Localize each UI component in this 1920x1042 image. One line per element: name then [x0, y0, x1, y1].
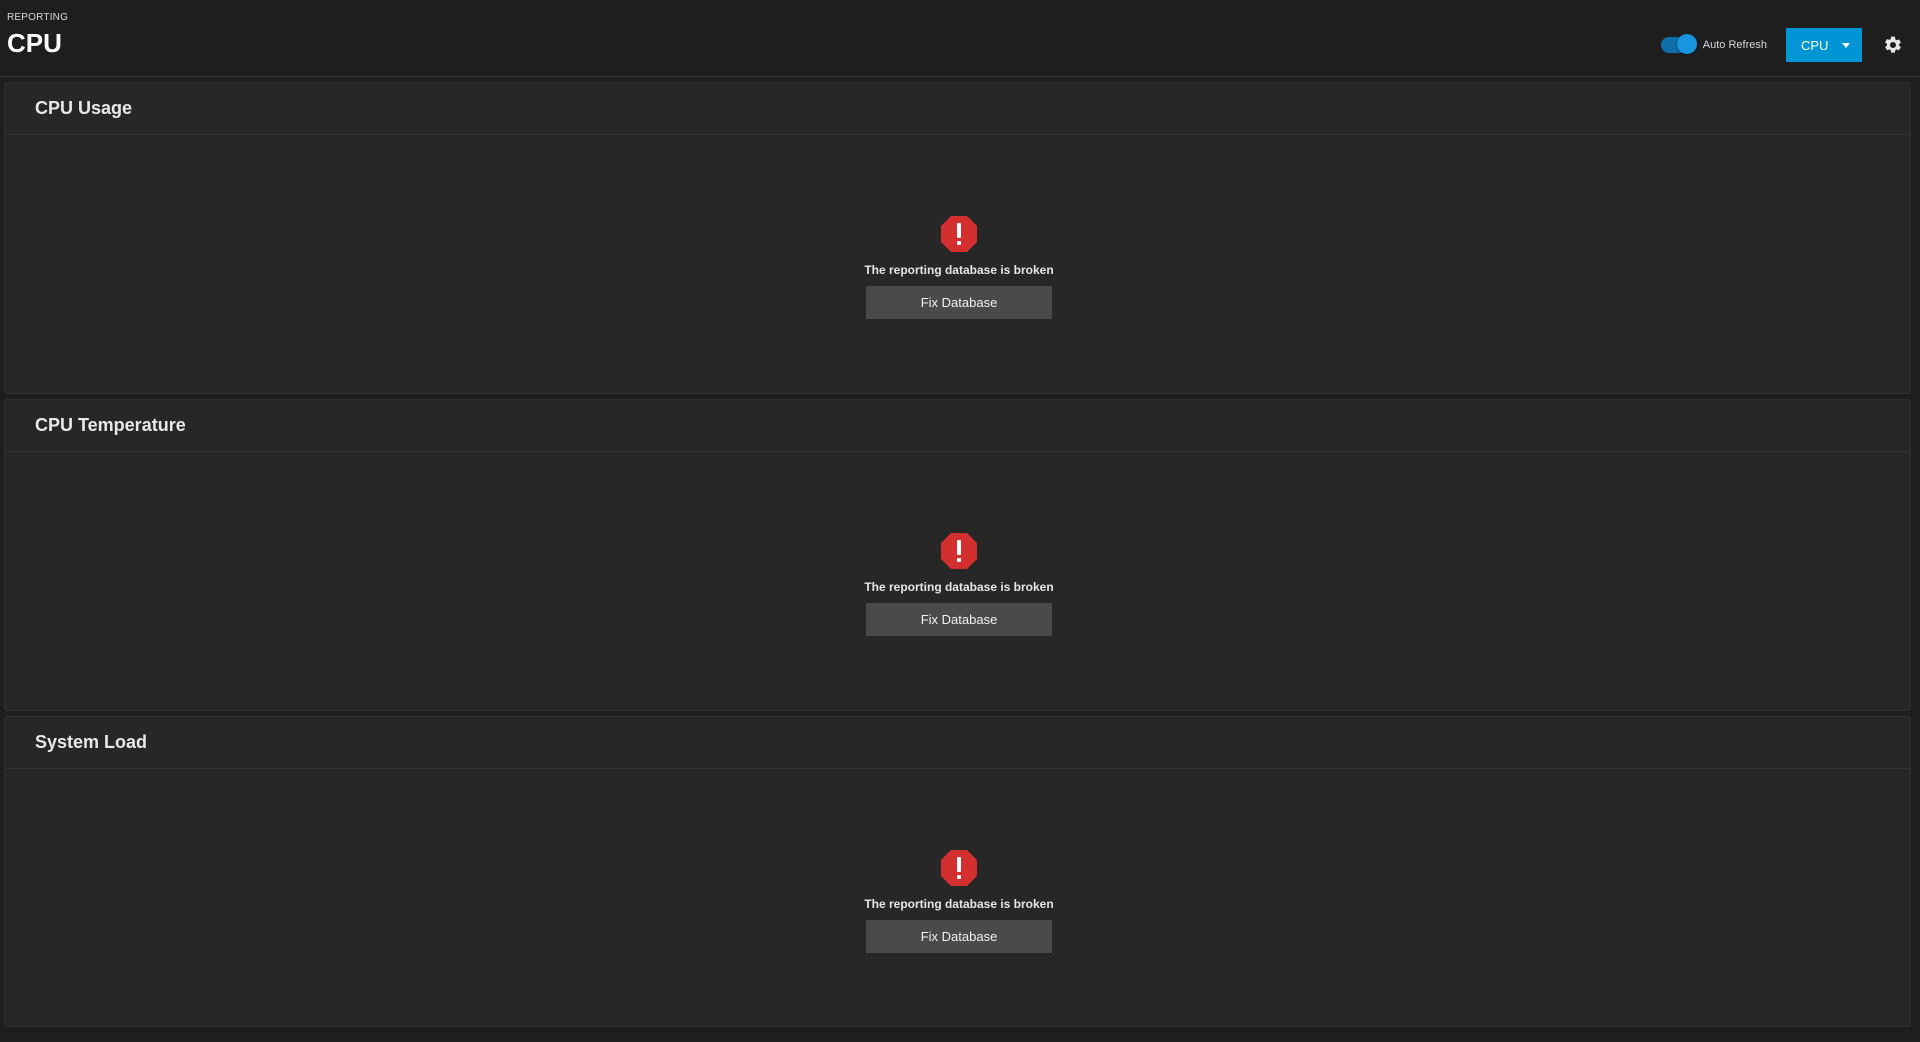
error-octagon-icon — [941, 216, 977, 252]
card-header: System Load — [5, 717, 1910, 769]
breadcrumb[interactable]: REPORTING — [7, 12, 68, 23]
error-state: The reporting database is broken Fix Dat… — [864, 532, 1054, 636]
cpu-usage-card: CPU Usage The reporting database is brok… — [4, 82, 1911, 394]
card-body: The reporting database is broken Fix Dat… — [5, 452, 1910, 712]
system-load-card: System Load The reporting database is br… — [4, 716, 1911, 1027]
cpu-temperature-card: CPU Temperature The reporting database i… — [4, 399, 1911, 711]
toggle-knob — [1676, 34, 1697, 54]
card-header: CPU Usage — [5, 83, 1910, 135]
error-octagon-icon — [941, 533, 977, 569]
gear-icon — [1885, 36, 1901, 53]
card-title: CPU Temperature — [35, 415, 186, 435]
error-message: The reporting database is broken — [864, 580, 1054, 594]
error-state: The reporting database is broken Fix Dat… — [864, 215, 1054, 319]
report-select-button[interactable]: CPU — [1786, 28, 1862, 62]
settings-button[interactable] — [1882, 34, 1904, 56]
error-octagon-icon — [941, 850, 977, 886]
card-header: CPU Temperature — [5, 400, 1910, 452]
auto-refresh-toggle[interactable] — [1660, 34, 1697, 54]
header-toolbar: Auto Refresh CPU — [1660, 28, 1904, 62]
reporting-page: REPORTING CPU Auto Refresh CPU CPU Usage — [0, 0, 1920, 1042]
page-title: CPU — [7, 28, 62, 58]
error-message: The reporting database is broken — [864, 897, 1054, 911]
card-title: CPU Usage — [35, 98, 133, 118]
fix-database-button[interactable]: Fix Database — [866, 286, 1052, 319]
error-message: The reporting database is broken — [864, 263, 1054, 277]
card-body: The reporting database is broken Fix Dat… — [5, 769, 1910, 1029]
page-header: REPORTING CPU Auto Refresh CPU — [0, 0, 1920, 77]
auto-refresh-label[interactable]: Auto Refresh — [1703, 39, 1767, 51]
report-select-value: CPU — [1801, 37, 1829, 53]
caret-down-icon — [1842, 42, 1850, 48]
fix-database-button[interactable]: Fix Database — [866, 603, 1052, 636]
fix-database-button[interactable]: Fix Database — [866, 920, 1052, 953]
error-state: The reporting database is broken Fix Dat… — [864, 849, 1054, 953]
card-title: System Load — [35, 732, 148, 752]
card-body: The reporting database is broken Fix Dat… — [5, 135, 1910, 395]
